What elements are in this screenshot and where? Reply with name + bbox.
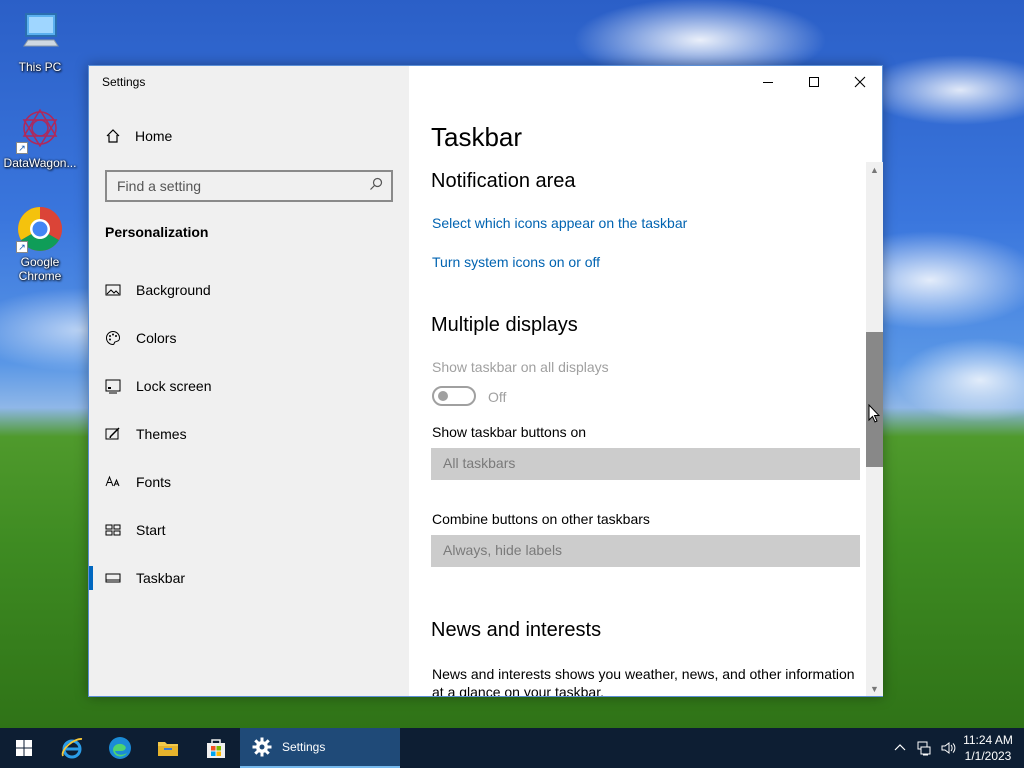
fonts-icon	[105, 474, 121, 490]
desktop-icon-label: DataWagon...	[3, 156, 77, 170]
settings-window: Settings Home Personalization Background	[88, 65, 883, 697]
section-label: Personalization	[105, 224, 209, 240]
sidebar-item-background[interactable]: Background	[89, 266, 409, 314]
themes-icon	[105, 426, 121, 442]
show-all-displays-label: Show taskbar on all displays	[432, 359, 609, 375]
scrollbar[interactable]: ▲ ▼	[866, 162, 883, 696]
start-button[interactable]	[0, 728, 48, 768]
sidebar-item-label: Lock screen	[136, 378, 212, 394]
window-controls	[745, 66, 883, 98]
buttons-on-dropdown[interactable]: All taskbars	[431, 448, 860, 480]
scroll-thumb[interactable]	[866, 332, 883, 467]
sidebar-item-label: Themes	[136, 426, 187, 442]
search-box[interactable]	[105, 170, 393, 202]
edge-button[interactable]	[96, 728, 144, 768]
news-description: News and interests shows you weather, ne…	[432, 666, 855, 696]
lock-screen-icon	[105, 378, 121, 394]
shortcut-arrow-icon: ↗	[16, 142, 28, 154]
sidebar: Settings Home Personalization Background	[89, 66, 409, 696]
sidebar-item-label: Taskbar	[136, 570, 186, 586]
windows-logo-icon	[16, 740, 32, 756]
close-icon	[854, 76, 866, 88]
home-link[interactable]: Home	[105, 128, 172, 144]
clock-time: 11:24 AM	[963, 733, 1013, 747]
combine-buttons-dropdown[interactable]: Always, hide labels	[431, 535, 860, 567]
computer-icon	[16, 10, 64, 58]
show-hidden-icons-button[interactable]	[888, 728, 912, 768]
chrome-icon: ↗	[16, 205, 64, 253]
taskbar: Settings 11:24 AM 1/1/2023	[0, 728, 1024, 768]
datawagon-icon: ↗	[16, 106, 64, 154]
window-title: Settings	[102, 75, 146, 89]
content-pane: Taskbar Notification area Select which i…	[409, 66, 883, 696]
buttons-on-label: Show taskbar buttons on	[432, 424, 587, 440]
internet-explorer-icon	[61, 738, 83, 759]
home-icon	[105, 128, 121, 144]
store-icon	[207, 739, 225, 758]
sidebar-nav: Background Colors Lock screen Themes Fon…	[89, 266, 409, 602]
file-explorer-button[interactable]	[144, 728, 192, 768]
minimize-icon	[763, 82, 773, 83]
system-icons-link[interactable]: Turn system icons on or off	[432, 254, 600, 270]
sidebar-item-colors[interactable]: Colors	[89, 314, 409, 362]
desktop-icon-label: This PC	[18, 60, 62, 74]
sidebar-item-start[interactable]: Start	[89, 506, 409, 554]
toggle-state-text: Off	[488, 389, 507, 405]
chevron-up-icon	[894, 744, 906, 751]
home-label: Home	[135, 128, 173, 144]
volume-button[interactable]	[936, 728, 960, 768]
search-input[interactable]	[117, 178, 357, 194]
sidebar-item-label: Background	[136, 282, 211, 298]
gear-icon	[252, 737, 272, 757]
palette-icon	[105, 330, 121, 346]
sidebar-item-taskbar[interactable]: Taskbar	[89, 554, 409, 602]
page-title: Taskbar	[431, 122, 523, 152]
sidebar-item-fonts[interactable]: Fonts	[89, 458, 409, 506]
edge-icon	[109, 737, 131, 759]
clock-date: 1/1/2023	[964, 749, 1012, 763]
sidebar-item-lock-screen[interactable]: Lock screen	[89, 362, 409, 410]
image-icon	[105, 282, 121, 298]
network-button[interactable]	[912, 728, 936, 768]
sidebar-item-themes[interactable]: Themes	[89, 410, 409, 458]
maximize-icon	[809, 77, 819, 87]
desktop-icon-this-pc[interactable]: This PC	[0, 10, 80, 74]
sidebar-item-label: Fonts	[136, 474, 172, 490]
close-button[interactable]	[837, 66, 883, 98]
news-heading: News and interests	[431, 619, 602, 641]
desktop-icon-label: Google Chrome	[18, 255, 62, 283]
internet-explorer-button[interactable]	[48, 728, 96, 768]
notification-area-heading: Notification area	[431, 170, 576, 192]
folder-icon	[158, 742, 178, 756]
combine-buttons-label: Combine buttons on other taskbars	[432, 511, 650, 527]
scroll-down-icon[interactable]: ▼	[869, 684, 880, 695]
desktop-icon-chrome[interactable]: ↗ Google Chrome	[0, 205, 80, 283]
shortcut-arrow-icon: ↗	[16, 241, 28, 253]
start-icon	[105, 522, 121, 538]
sidebar-item-label: Colors	[136, 330, 177, 346]
scroll-up-icon[interactable]: ▲	[869, 165, 880, 176]
show-all-displays-toggle[interactable]	[432, 386, 476, 406]
sidebar-item-label: Start	[136, 522, 166, 538]
desktop-icon-datawagon[interactable]: ↗ DataWagon...	[0, 106, 80, 170]
system-tray: 11:24 AM 1/1/2023	[888, 728, 1024, 768]
taskbar-app-label: Settings	[282, 740, 326, 754]
minimize-button[interactable]	[745, 66, 791, 98]
multiple-displays-heading: Multiple displays	[431, 314, 578, 336]
store-button[interactable]	[192, 728, 240, 768]
clock[interactable]: 11:24 AM 1/1/2023	[960, 732, 1024, 764]
select-icons-link[interactable]: Select which icons appear on the taskbar	[432, 215, 687, 231]
taskbar-icon	[105, 570, 121, 586]
taskbar-settings-app[interactable]: Settings	[240, 728, 400, 768]
speaker-icon	[941, 742, 956, 754]
maximize-button[interactable]	[791, 66, 837, 98]
search-icon[interactable]	[369, 177, 383, 196]
mouse-cursor-icon	[868, 403, 881, 428]
network-icon	[917, 741, 931, 756]
